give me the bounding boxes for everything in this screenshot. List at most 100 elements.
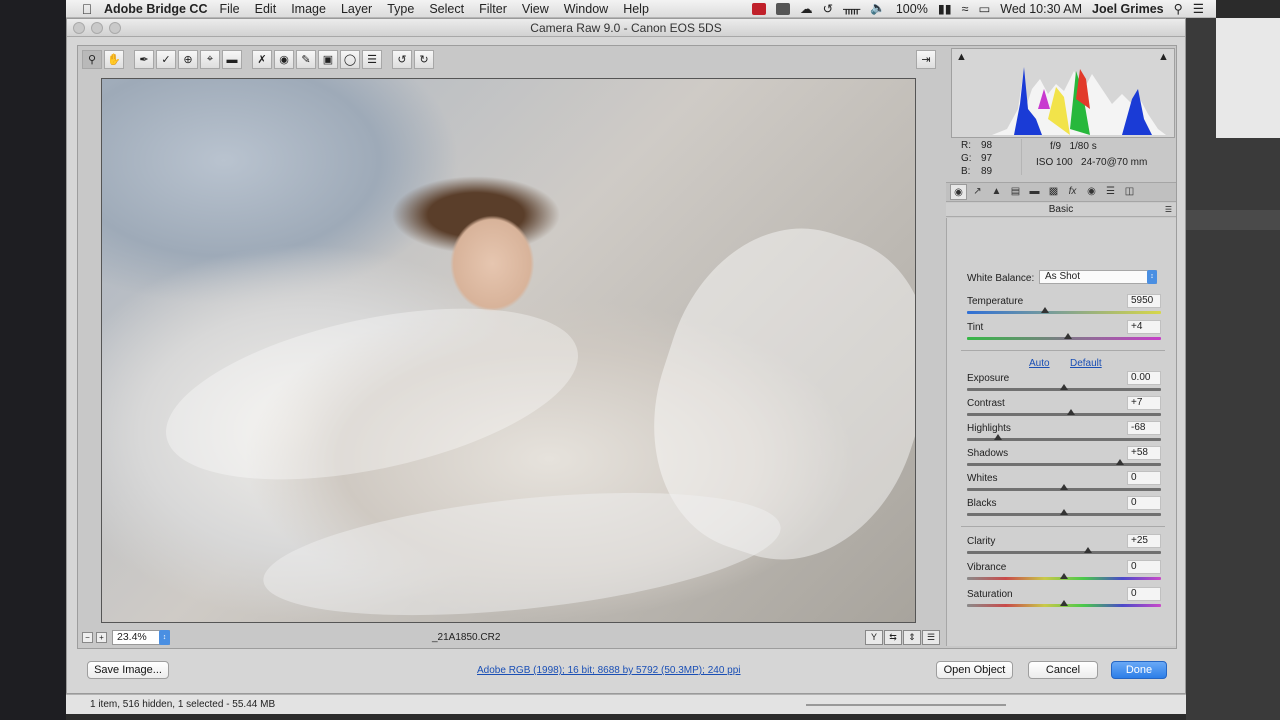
white-balance-select[interactable]: As Shot ↕ [1039,270,1157,284]
apple-menu-icon[interactable]:  [74,1,100,17]
crop-icon[interactable]: ⌖ [200,50,220,69]
target-adjust-icon[interactable]: ⊕ [178,50,198,69]
camera-calibration-tab-icon[interactable]: ◉ [1083,184,1100,200]
clock[interactable]: Wed 10:30 AM [1000,2,1082,16]
app-menu[interactable]: Adobe Bridge CC [104,2,207,16]
thumbnail-size-slider[interactable] [806,704,1006,706]
close-window-button[interactable] [73,22,85,34]
save-image-button[interactable]: Save Image... [87,661,169,679]
contrast-slider-thumb[interactable] [1066,409,1075,415]
shadows-value[interactable]: +58 [1127,446,1161,460]
graduated-filter-icon[interactable]: ▣ [318,50,338,69]
zoom-in-icon[interactable]: + [96,631,107,643]
clarity-value[interactable]: +25 [1127,534,1161,548]
clarity-slider[interactable] [967,547,1161,554]
zoom-window-button[interactable] [109,22,121,34]
photo-preview[interactable] [101,78,916,623]
spotlight-icon[interactable]: ⚲ [1174,1,1183,16]
temperature-slider-thumb[interactable] [1040,307,1049,313]
detail-tab-icon[interactable]: ▲ [988,184,1005,200]
contrast-slider[interactable] [967,409,1161,416]
menu-filter[interactable]: Filter [479,2,507,16]
highlights-slider-thumb[interactable] [994,434,1003,440]
snapshots-tab-icon[interactable]: ◫ [1121,184,1138,200]
default-link[interactable]: Default [1070,358,1102,369]
menu-layer[interactable]: Layer [341,2,372,16]
display-icon[interactable]: ▭ [978,1,990,16]
presets-tab-icon[interactable]: ☰ [1102,184,1119,200]
done-button[interactable]: Done [1111,661,1167,679]
spot-removal-icon[interactable]: ✗ [252,50,272,69]
adobe-tray-icon[interactable] [752,2,767,15]
preferences-icon[interactable]: ☰ [362,50,382,69]
menu-window[interactable]: Window [564,2,608,16]
menu-type[interactable]: Type [387,2,414,16]
exposure-value[interactable]: 0.00 [1127,371,1161,385]
app-tray-icon[interactable] [776,2,791,15]
zoom-out-icon[interactable]: − [82,631,93,643]
radial-filter-icon[interactable]: ◯ [340,50,360,69]
highlights-value[interactable]: -68 [1127,421,1161,435]
time-machine-icon[interactable]: ↺ [823,1,833,16]
menu-help[interactable]: Help [623,2,649,16]
toggle-fullscreen-icon[interactable]: ⇥ [916,50,936,69]
saturation-slider[interactable] [967,600,1161,607]
blacks-slider-thumb[interactable] [1060,509,1068,515]
tint-value[interactable]: +4 [1127,320,1161,334]
saturation-value[interactable]: 0 [1127,587,1161,601]
basic-tab-icon[interactable]: ◉ [950,184,967,200]
volume-icon[interactable]: 🔈 [870,1,886,16]
whites-value[interactable]: 0 [1127,471,1161,485]
user-menu[interactable]: Joel Grimes [1092,2,1164,16]
workflow-options-link[interactable]: Adobe RGB (1998); 16 bit; 8688 by 5792 (… [477,665,741,676]
tint-slider-thumb[interactable] [1063,333,1072,339]
clarity-slider-thumb[interactable] [1084,547,1093,553]
color-sampler-icon[interactable]: ✓ [156,50,176,69]
vibrance-slider[interactable] [967,573,1161,580]
vibrance-value[interactable]: 0 [1127,560,1161,574]
battery-icon[interactable]: ▮▮ [938,1,952,16]
temperature-slider[interactable] [967,307,1161,314]
adjustment-brush-icon[interactable]: ✎ [296,50,316,69]
shadow-clipping-warning-icon[interactable]: ▲ [956,51,968,63]
open-object-button[interactable]: Open Object [936,661,1013,679]
zoom-icon[interactable]: ⚲ [82,50,102,69]
whites-slider-thumb[interactable] [1060,484,1068,490]
blacks-value[interactable]: 0 [1127,496,1161,510]
red-eye-icon[interactable]: ◉ [274,50,294,69]
effects-tab-icon[interactable]: fx [1064,184,1081,200]
exposure-slider[interactable] [967,384,1161,391]
blacks-slider[interactable] [967,509,1161,516]
lens-corrections-tab-icon[interactable]: ▩ [1045,184,1062,200]
shadows-slider[interactable] [967,459,1161,466]
menu-view[interactable]: View [522,2,549,16]
shadows-slider-thumb[interactable] [1116,459,1125,465]
menu-edit[interactable]: Edit [255,2,277,16]
cloud-icon[interactable]: ☁ [800,1,813,16]
tint-slider[interactable] [967,333,1161,340]
menu-file[interactable]: File [219,2,239,16]
contrast-value[interactable]: +7 [1127,396,1161,410]
zoom-level-select[interactable]: 23.4% ↕ [112,629,170,645]
before-after-icon[interactable]: Y [865,629,883,645]
battery-label[interactable]: 100% [896,2,928,16]
swap-icon[interactable]: ⇆ [884,629,902,645]
rotate-ccw-icon[interactable]: ↺ [392,50,412,69]
exposure-slider-thumb[interactable] [1060,384,1068,390]
hsl-tab-icon[interactable]: ▤ [1007,184,1024,200]
rotate-cw-icon[interactable]: ↻ [414,50,434,69]
wifi-icon[interactable]: ≈ [962,2,969,16]
highlights-slider[interactable] [967,434,1161,441]
highlight-clipping-warning-icon[interactable]: ▲ [1158,51,1170,63]
vibrance-slider-thumb[interactable] [1060,573,1068,579]
notifications-icon[interactable]: ☰ [1193,1,1204,16]
menu-image[interactable]: Image [291,2,326,16]
split-toning-tab-icon[interactable]: ▬ [1026,184,1043,200]
white-balance-icon[interactable]: ✒ [134,50,154,69]
auto-link[interactable]: Auto [1029,358,1050,369]
bluetooth-icon[interactable]: ᚅ [843,1,860,16]
panel-menu-icon[interactable]: ☰ [1165,203,1172,216]
whites-slider[interactable] [967,484,1161,491]
tone-curve-tab-icon[interactable]: ↗ [969,184,986,200]
hand-icon[interactable]: ✋ [104,50,124,69]
